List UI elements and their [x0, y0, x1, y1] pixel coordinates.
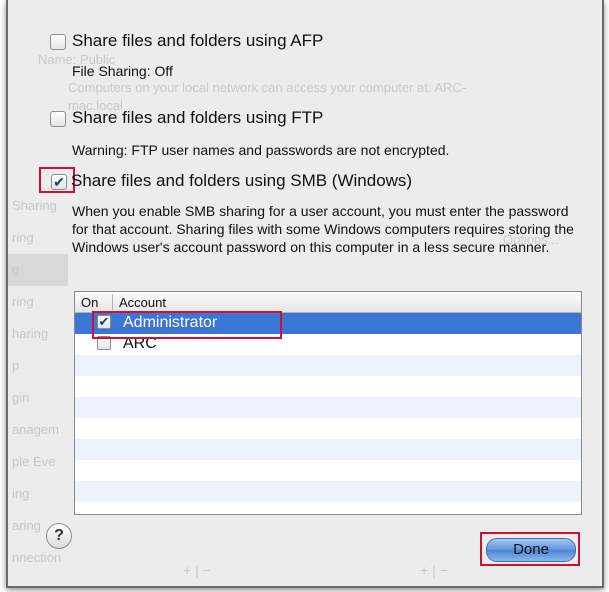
table-row-empty: [75, 355, 581, 376]
ghost-sidebar-item: ing: [12, 486, 30, 501]
ghost-sidebar-item: anagem: [12, 422, 59, 437]
ghost-sidebar: Sharing ring g ring haring p gin anagem …: [8, 190, 68, 574]
table-header: On Account: [75, 292, 581, 313]
afp-checkbox[interactable]: [50, 34, 66, 50]
column-header-on[interactable]: On: [81, 295, 98, 310]
table-row-empty: [75, 502, 581, 514]
ghost-sidebar-item: p: [12, 358, 20, 373]
column-divider: [112, 294, 113, 310]
afp-status-text: File Sharing: Off: [72, 63, 173, 79]
smb-checkbox-highlight: [39, 167, 75, 193]
smb-option-label: Share files and folders using SMB (Windo…: [71, 171, 413, 190]
ftp-option-label: Share files and folders using FTP: [72, 108, 324, 127]
ghost-sidebar-item: ring: [12, 294, 34, 309]
sharing-options-sheet: Name: Public Computers on your local net…: [6, 0, 604, 588]
ghost-sidebar-item: ple Eve: [12, 454, 56, 469]
ghost-sidebar-item: Sharing: [12, 198, 57, 213]
done-button-highlight: [480, 532, 580, 566]
ghost-add-remove-left: + | −: [183, 562, 211, 578]
table-row-empty: [75, 460, 581, 481]
ghost-sidebar-item: g: [8, 254, 68, 286]
help-button[interactable]: ?: [46, 523, 72, 549]
ghost-header-info: Computers on your local network can acce…: [68, 80, 467, 95]
table-row-empty: [75, 439, 581, 460]
ghost-sidebar-item: gin: [12, 390, 30, 405]
administrator-row-highlight: [92, 311, 282, 339]
ghost-sidebar-item: ring: [12, 230, 34, 245]
table-row-empty: [75, 376, 581, 397]
afp-option-label: Share files and folders using AFP: [72, 31, 324, 50]
ghost-sidebar-item: haring: [12, 326, 49, 341]
table-row-empty: [75, 397, 581, 418]
table-row-empty: [75, 418, 581, 439]
table-row-empty: [75, 481, 581, 502]
ftp-warning-text: Warning: FTP user names and passwords ar…: [72, 142, 450, 158]
smb-description: When you enable SMB sharing for a user a…: [72, 203, 574, 255]
ftp-checkbox[interactable]: [50, 111, 66, 127]
ghost-add-remove-right: + | −: [420, 562, 448, 578]
column-header-account[interactable]: Account: [119, 295, 166, 310]
